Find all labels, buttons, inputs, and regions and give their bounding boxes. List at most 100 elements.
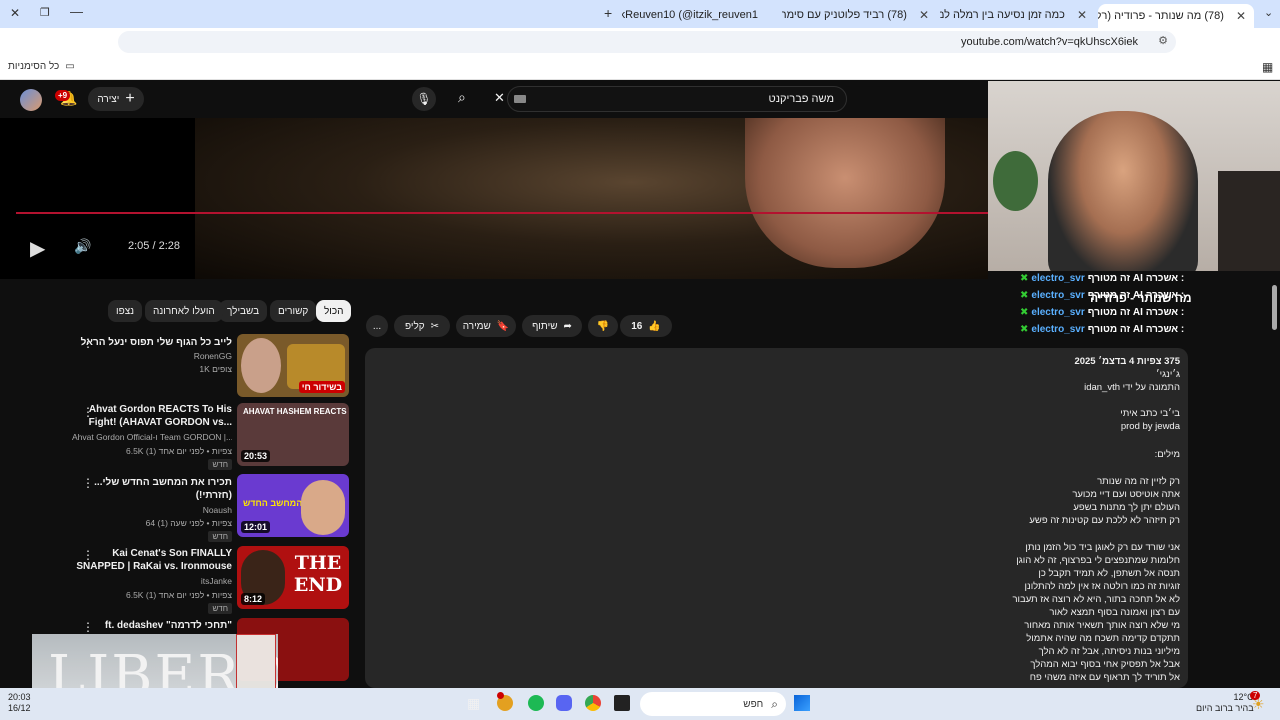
clock[interactable]: 20:03 16/12 <box>8 692 31 714</box>
start-icon[interactable] <box>794 695 810 711</box>
new-badge: חדש <box>208 603 232 614</box>
like-count[interactable]: 16 <box>631 321 642 332</box>
thumbs-up-icon[interactable]: 👍 <box>648 321 660 332</box>
new-tab-button[interactable]: + <box>604 5 612 21</box>
rec-meta: 6.5K צפיות • לפני יום אחד (1) <box>125 446 232 456</box>
close-tab-icon[interactable]: ✕ <box>1077 8 1087 22</box>
duration-badge: 12:01 <box>241 521 271 533</box>
avatar[interactable] <box>20 89 42 111</box>
rec-thumbnail[interactable]: תכירו את המחשב החדש 12:01 <box>237 474 349 537</box>
description-box[interactable]: 375 צפיות 4 בדצמ׳ 2025 ג׳ינגי׳ התמונה על… <box>365 348 1188 688</box>
rec-channel[interactable]: Noaush <box>72 505 232 515</box>
minimize-window-icon[interactable]: — <box>70 4 83 19</box>
create-label: יצירה <box>97 93 120 105</box>
windows-taskbar: 20:03 16/12 ▦ חפש ⌕ 12°C בהיר ברוב היום … <box>0 688 1280 720</box>
page-scrollbar[interactable] <box>1272 285 1277 330</box>
video-title: מה שנותר - פרודיה <box>1090 291 1192 305</box>
chat-user: electro_svr <box>1031 324 1085 335</box>
site-settings-icon[interactable]: ⚙ <box>1158 34 1168 47</box>
apps-grid-icon[interactable]: ▦ <box>1262 60 1273 74</box>
rec-meta: 1K צופים <box>199 364 232 374</box>
rec-thumbnail[interactable]: AHAVAT HASHEM REACTS 20:53 <box>237 403 349 466</box>
progress-bar[interactable] <box>16 212 988 214</box>
chat-badge-icon: ✖ <box>1020 290 1029 301</box>
rec-meta: 64 צפיות • לפני שעה (1) <box>145 518 232 528</box>
tab-search-icon[interactable]: ⌄ <box>1264 6 1273 19</box>
description-line: אל תוריד לך תראוף עם איזה משהי פח <box>1029 672 1180 683</box>
scissors-icon: ✂ <box>430 320 440 332</box>
close-window-icon[interactable]: ✕ <box>10 6 20 20</box>
all-bookmarks[interactable]: כל הסימניות ▭ <box>8 61 75 72</box>
view-stats: 375 צפיות 4 בדצמ׳ 2025 <box>1074 356 1180 367</box>
rec-title[interactable]: Ahvat Gordon REACTS To His Fight! (AHAVA… <box>72 403 232 429</box>
chrome-icon[interactable] <box>585 695 601 711</box>
close-tab-icon[interactable]: ✕ <box>919 8 929 22</box>
rec-channel[interactable]: Ahvat Gordon Official-ו Team GORDON |... <box>72 432 232 442</box>
chip-watched[interactable]: נצפו <box>108 300 143 322</box>
keyboard-icon[interactable] <box>514 95 526 103</box>
clear-search-icon[interactable]: ✕ <box>494 90 505 106</box>
rec-thumbnail[interactable]: THE END 8:12 <box>237 546 349 609</box>
app-notification-dot <box>497 692 504 699</box>
maximize-window-icon[interactable]: ❐ <box>40 6 50 19</box>
calculator-icon[interactable]: ▦ <box>467 695 480 712</box>
browser-tab-bar: ✕ ❐ — + ItzikReuven10 (@itzik_reuven1...… <box>0 0 1280 28</box>
rec-title[interactable]: Kai Cenat's Son FINALLY SNAPPED | RaKai … <box>72 547 232 573</box>
chip-all[interactable]: הכול <box>316 300 352 322</box>
more-actions-button[interactable]: ... <box>366 315 388 337</box>
rec-title[interactable]: לייב כל הגוף שלי תפוס ינעל הראל <box>72 336 232 349</box>
description-line: prod by jewda <box>1120 421 1180 432</box>
new-badge: חדש <box>208 459 232 470</box>
thumb-face <box>301 480 345 535</box>
chat-badge-icon: ✖ <box>1020 273 1029 284</box>
rec-channel[interactable]: itsJanke <box>72 576 232 586</box>
video-player[interactable]: ▶ 🔊 2:05 / 2:28 <box>0 118 988 279</box>
dislike-button[interactable]: 👎 <box>588 315 618 337</box>
like-dislike-group: 16 👍 <box>620 315 672 337</box>
address-bar[interactable]: youtube.com/watch?v=qkUhscX6iek ⚙ <box>118 31 1176 53</box>
description-line: לא אל תחכה בתור, היא לא רוצה אז תעבור <box>1012 594 1180 605</box>
close-tab-icon[interactable]: ✕ <box>1236 9 1246 23</box>
tab-itzik[interactable]: ItzikReuven10 (@itzik_reuven1... <box>622 4 772 26</box>
save-label: שמירה <box>462 320 491 332</box>
play-icon[interactable]: ▶ <box>30 236 45 261</box>
chip-related[interactable]: קשורים <box>270 300 317 322</box>
chat-message: ✖ electro_svr זה מטורף AI אשכרה : <box>1020 273 1184 284</box>
chip-for-you[interactable]: בשבילך <box>219 300 268 322</box>
search-icon[interactable]: ⌕ <box>458 89 466 106</box>
duration-badge: 8:12 <box>241 593 266 605</box>
clip-button[interactable]: קליפ ✂ <box>394 315 450 337</box>
tab-ravid[interactable]: ✕ (78) רביד פלוטניק עם סימה נגן <box>782 4 937 26</box>
chip-recent[interactable]: הועלו לאחרונה <box>145 300 223 322</box>
chat-badge-icon: ✖ <box>1020 324 1029 335</box>
terminal-icon[interactable] <box>614 695 630 711</box>
tab-active-video[interactable]: ✕ (78) מה שנותר - פרודיה (רק לע... <box>1098 4 1254 28</box>
rec-channel[interactable]: RonenGG <box>72 351 232 361</box>
volume-icon[interactable]: 🔊 <box>74 238 91 255</box>
share-button[interactable]: שיתוף ➦ <box>522 315 582 337</box>
chat-message: ✖ electro_svr זה מטורף AI אשכרה : <box>1020 307 1184 318</box>
discord-icon[interactable] <box>556 695 572 711</box>
shelf <box>1218 171 1280 271</box>
weather-desc: בהיר ברוב היום <box>1196 703 1254 713</box>
weather-widget[interactable]: 12°C בהיר ברוב היום <box>1196 692 1254 714</box>
search-input[interactable]: משה פבריקנט <box>507 86 847 112</box>
voice-search-icon[interactable]: 🎙 <box>412 87 436 111</box>
bookmarks-bar: כל הסימניות ▭ ▦ <box>0 56 1280 80</box>
rec-title[interactable]: ft. dedashev "תחכי לדרמה" <box>72 619 232 632</box>
description-line: מילים: <box>1154 449 1180 460</box>
duration-badge: 20:53 <box>241 450 271 462</box>
folder-icon: ▭ <box>65 61 75 72</box>
tab-maps[interactable]: ✕ כמה זמן נסיעה בין רמלה למודיע... <box>940 4 1095 26</box>
rec-title[interactable]: תכירו את המחשב החדש שלי... (חזרתי!) <box>72 476 232 502</box>
search-icon: ⌕ <box>771 696 778 711</box>
thumb-face <box>241 338 281 393</box>
description-line: רק תיזהר לא ללכת עם קטינות זה פשע <box>1029 515 1180 526</box>
create-button[interactable]: יצירה + <box>88 87 144 111</box>
chat-badge-icon: ✖ <box>1020 307 1029 318</box>
taskbar-search[interactable]: חפש ⌕ <box>640 692 786 716</box>
save-button[interactable]: שמירה 🔖 <box>456 315 516 337</box>
spotify-icon[interactable] <box>528 695 544 711</box>
chat-text: זה מטורף AI אשכרה : <box>1087 273 1185 284</box>
rec-thumbnail[interactable]: בשידור חי <box>237 334 349 397</box>
